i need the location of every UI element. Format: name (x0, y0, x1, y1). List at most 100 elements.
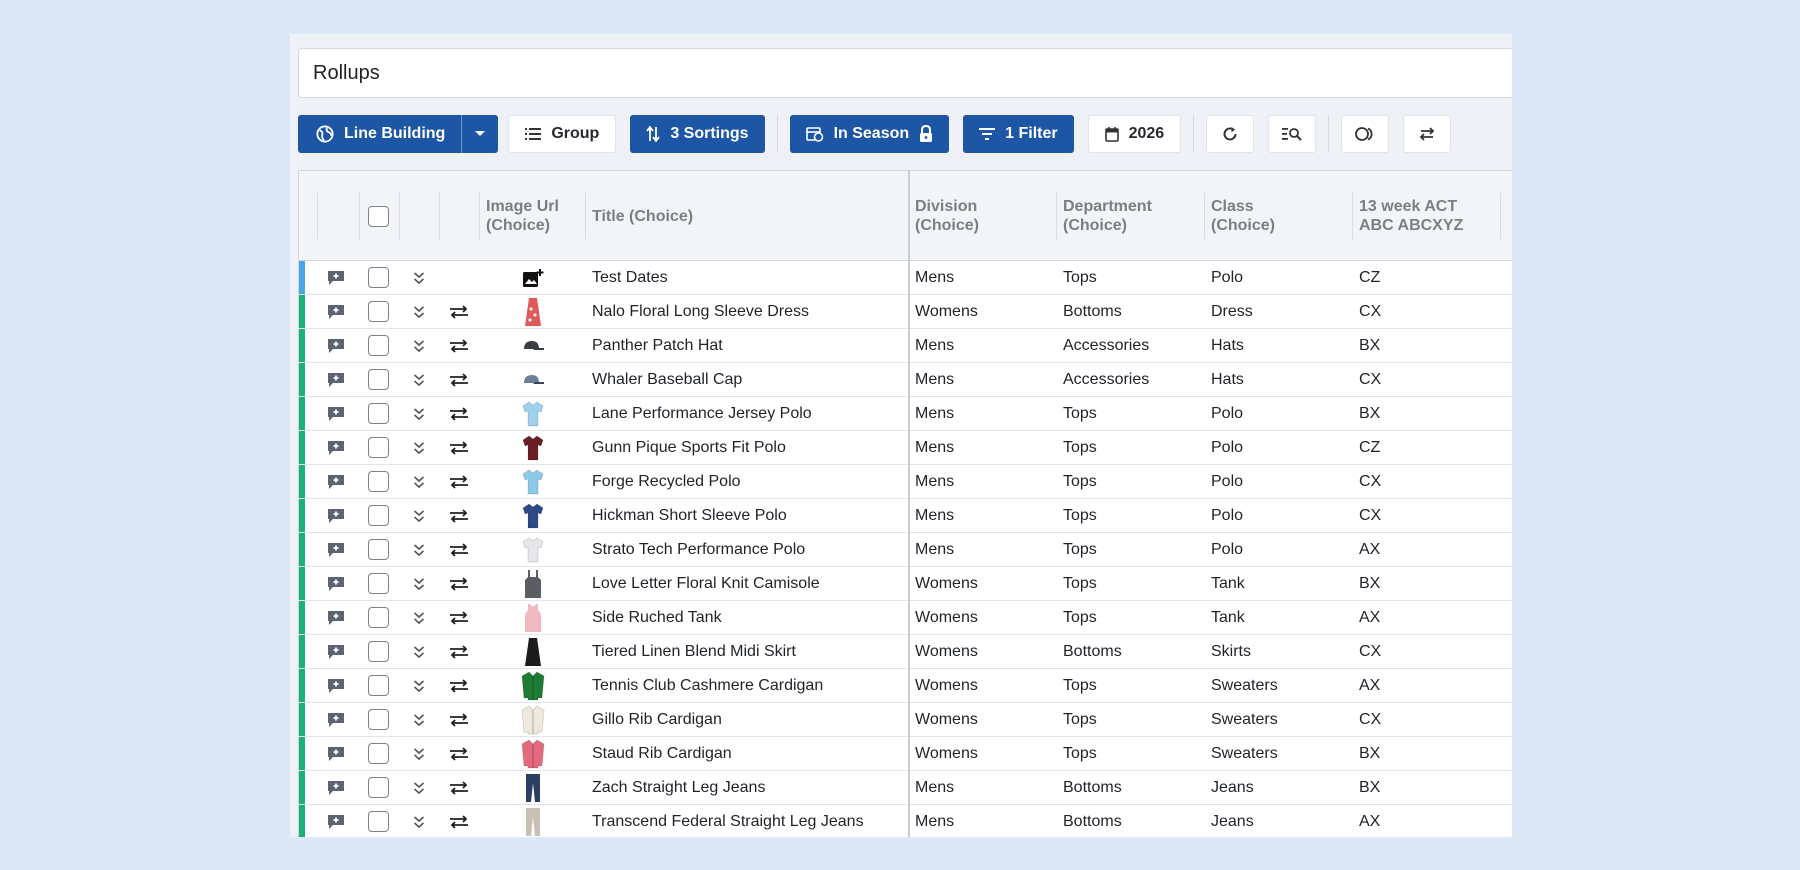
cell-abc[interactable]: AX (1359, 669, 1380, 702)
expand-row-button[interactable] (413, 499, 425, 532)
cell-department[interactable]: Bottoms (1063, 805, 1122, 837)
table-row[interactable]: Zach Straight Leg Jeans Mens Bottoms Jeans B… (299, 771, 1512, 805)
cell-division[interactable]: Mens (915, 533, 954, 566)
swap-row-button[interactable] (449, 805, 469, 837)
cell-department[interactable]: Tops (1063, 737, 1097, 770)
row-checkbox[interactable] (368, 437, 389, 458)
cell-abc[interactable]: CZ (1359, 261, 1380, 294)
cell-division[interactable]: Mens (915, 465, 954, 498)
cell-class[interactable]: Sweaters (1211, 703, 1278, 736)
add-comment-button[interactable] (327, 329, 345, 362)
expand-row-button[interactable] (413, 329, 425, 362)
expand-row-button[interactable] (413, 771, 425, 804)
cell-department[interactable]: Tops (1063, 499, 1097, 532)
cell-department[interactable]: Tops (1063, 669, 1097, 702)
cell-class[interactable]: Polo (1211, 397, 1243, 430)
cell-division[interactable]: Mens (915, 771, 954, 804)
table-row[interactable]: Lane Performance Jersey Polo Mens Tops Polo… (299, 397, 1512, 431)
cell-division[interactable]: Mens (915, 363, 954, 396)
swap-row-button[interactable] (449, 397, 469, 430)
cell-abc[interactable]: BX (1359, 567, 1380, 600)
swap-row-button[interactable] (449, 737, 469, 770)
product-thumbnail[interactable] (521, 261, 545, 294)
cell-title[interactable]: Love Letter Floral Knit Camisole (592, 567, 820, 600)
header-department[interactable]: Department (Choice) (1063, 171, 1183, 261)
cell-class[interactable]: Dress (1211, 295, 1253, 328)
row-checkbox[interactable] (368, 777, 389, 798)
swap-row-button[interactable] (449, 669, 469, 702)
cell-title[interactable]: Tennis Club Cashmere Cardigan (592, 669, 823, 702)
cell-abc[interactable]: AX (1359, 805, 1380, 837)
cell-department[interactable]: Accessories (1063, 329, 1149, 362)
cell-class[interactable]: Skirts (1211, 635, 1251, 668)
add-comment-button[interactable] (327, 465, 345, 498)
row-checkbox[interactable] (368, 539, 389, 560)
add-comment-button[interactable] (327, 431, 345, 464)
cell-division[interactable]: Womens (915, 567, 978, 600)
table-row[interactable]: Transcend Federal Straight Leg Jeans Mens… (299, 805, 1512, 837)
row-checkbox[interactable] (368, 505, 389, 526)
swap-row-button[interactable] (449, 771, 469, 804)
cell-abc[interactable]: CX (1359, 635, 1381, 668)
add-comment-button[interactable] (327, 771, 345, 804)
table-row[interactable]: Gunn Pique Sports Fit Polo Mens Tops Polo CZ (299, 431, 1512, 465)
row-checkbox[interactable] (368, 573, 389, 594)
cell-title[interactable]: Gunn Pique Sports Fit Polo (592, 431, 786, 464)
cell-class[interactable]: Polo (1211, 261, 1243, 294)
cell-department[interactable]: Tops (1063, 431, 1097, 464)
cell-division[interactable]: Womens (915, 635, 978, 668)
row-checkbox[interactable] (368, 301, 389, 322)
table-row[interactable]: Staud Rib Cardigan Womens Tops Sweaters BX (299, 737, 1512, 771)
season-button[interactable]: In Season (789, 115, 950, 153)
add-comment-button[interactable] (327, 567, 345, 600)
cell-title[interactable]: Strato Tech Performance Polo (592, 533, 805, 566)
cell-abc[interactable]: BX (1359, 771, 1380, 804)
cell-title[interactable]: Tiered Linen Blend Midi Skirt (592, 635, 796, 668)
cell-division[interactable]: Mens (915, 805, 954, 837)
expand-row-button[interactable] (413, 465, 425, 498)
cell-division[interactable]: Womens (915, 737, 978, 770)
row-checkbox[interactable] (368, 607, 389, 628)
table-row[interactable]: Nalo Floral Long Sleeve Dress Womens Botto… (299, 295, 1512, 329)
header-13-week-act[interactable]: 13 week ACT ABC ABCXYZ (1359, 171, 1489, 261)
table-row[interactable]: Love Letter Floral Knit Camisole Womens To… (299, 567, 1512, 601)
cell-title[interactable]: Transcend Federal Straight Leg Jeans (592, 805, 864, 837)
add-comment-button[interactable] (327, 261, 345, 294)
cell-division[interactable]: Womens (915, 295, 978, 328)
cell-abc[interactable]: CX (1359, 703, 1381, 736)
cell-class[interactable]: Hats (1211, 329, 1244, 362)
cell-abc[interactable]: CX (1359, 363, 1381, 396)
cell-class[interactable]: Sweaters (1211, 669, 1278, 702)
cell-department[interactable]: Tops (1063, 703, 1097, 736)
expand-row-button[interactable] (413, 805, 425, 837)
expand-row-button[interactable] (413, 635, 425, 668)
table-row[interactable]: Test Dates Mens Tops Polo CZ (299, 261, 1512, 295)
table-row[interactable]: Hickman Short Sleeve Polo Mens Tops Polo CX (299, 499, 1512, 533)
cell-department[interactable]: Bottoms (1063, 771, 1122, 804)
cell-division[interactable]: Mens (915, 499, 954, 532)
table-row[interactable]: Forge Recycled Polo Mens Tops Polo CX (299, 465, 1512, 499)
sortings-button[interactable]: 3 Sortings (630, 115, 765, 153)
add-comment-button[interactable] (327, 635, 345, 668)
cell-class[interactable]: Tank (1211, 601, 1245, 634)
row-checkbox[interactable] (368, 471, 389, 492)
row-checkbox[interactable] (368, 403, 389, 424)
cell-title[interactable]: Zach Straight Leg Jeans (592, 771, 765, 804)
expand-row-button[interactable] (413, 261, 425, 294)
expand-row-button[interactable] (413, 295, 425, 328)
cell-department[interactable]: Tops (1063, 261, 1097, 294)
cell-department[interactable]: Tops (1063, 533, 1097, 566)
header-class[interactable]: Class (Choice) (1211, 171, 1321, 261)
cell-division[interactable]: Womens (915, 601, 978, 634)
swap-button[interactable] (1403, 115, 1452, 153)
cell-abc[interactable]: CX (1359, 295, 1381, 328)
cell-division[interactable]: Womens (915, 669, 978, 702)
swap-row-button[interactable] (449, 635, 469, 668)
expand-row-button[interactable] (413, 533, 425, 566)
cell-class[interactable]: Polo (1211, 465, 1243, 498)
add-comment-button[interactable] (327, 805, 345, 837)
row-checkbox[interactable] (368, 267, 389, 288)
add-comment-button[interactable] (327, 737, 345, 770)
cell-title[interactable]: Whaler Baseball Cap (592, 363, 742, 396)
cell-class[interactable]: Polo (1211, 431, 1243, 464)
